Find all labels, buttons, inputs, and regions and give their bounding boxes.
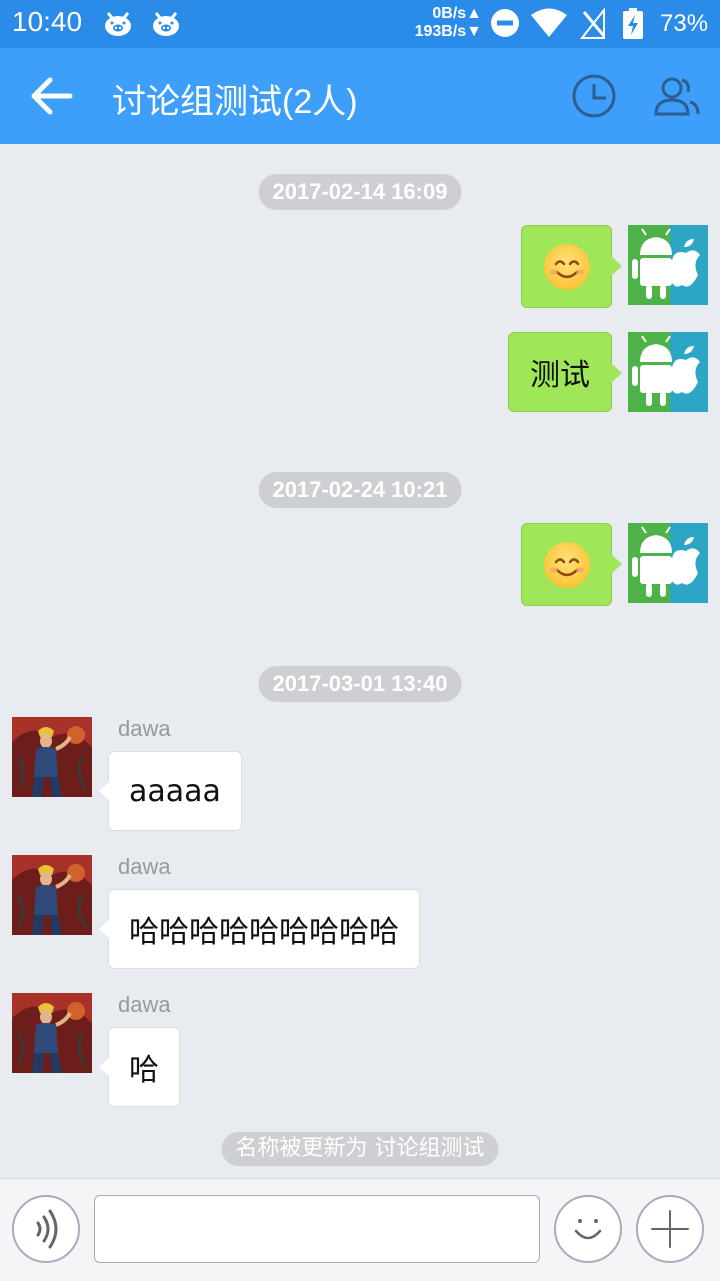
timestamp-divider: 2017-02-14 16:09 xyxy=(258,174,462,210)
plus-icon xyxy=(651,1210,689,1248)
smile-emoji-icon xyxy=(543,243,590,290)
no-signal-icon xyxy=(580,8,606,39)
received-message-bubble[interactable]: 哈 xyxy=(99,1027,180,1107)
battery-charging-icon xyxy=(623,8,643,39)
voice-wave-icon xyxy=(36,1209,58,1249)
sender-name: dawa xyxy=(118,992,171,1017)
chat-header: 讨论组测试(2人) xyxy=(0,48,720,144)
more-options-button[interactable] xyxy=(636,1195,704,1263)
pig-notification-icon xyxy=(105,12,131,36)
my-avatar[interactable] xyxy=(628,332,708,412)
chat-message-list[interactable]: 2017-02-14 16:09 测试 2017-02-24 10:21 201… xyxy=(0,144,720,1178)
received-message-bubble[interactable]: aaaaa xyxy=(99,751,242,831)
my-message-bubble[interactable] xyxy=(521,225,622,308)
message-input-bar xyxy=(0,1178,720,1281)
emoji-button[interactable] xyxy=(554,1195,622,1263)
do-not-disturb-icon xyxy=(491,9,519,37)
received-message-bubble[interactable]: 哈哈哈哈哈哈哈哈哈 xyxy=(99,889,420,969)
sender-name: dawa xyxy=(118,854,171,879)
my-message-bubble[interactable]: 测试 xyxy=(508,332,622,412)
battery-percentage: 73% xyxy=(660,10,709,37)
pig-notification-icon xyxy=(153,12,179,36)
sender-name: dawa xyxy=(118,716,171,741)
history-clock-icon[interactable] xyxy=(570,72,618,120)
group-members-icon[interactable] xyxy=(652,72,700,120)
message-text: 哈哈哈哈哈哈哈哈哈 xyxy=(129,915,399,950)
voice-input-button[interactable] xyxy=(12,1195,80,1263)
message-text: 哈 xyxy=(129,1053,159,1088)
back-arrow-icon[interactable] xyxy=(24,72,80,120)
system-notice: 名称被更新为 讨论组测试 xyxy=(221,1132,499,1166)
dawa-avatar[interactable] xyxy=(12,855,92,935)
message-input[interactable] xyxy=(94,1195,540,1263)
smile-emoji-icon xyxy=(543,541,590,588)
timestamp-divider: 2017-02-24 10:21 xyxy=(258,472,462,508)
timestamp-divider: 2017-03-01 13:40 xyxy=(258,666,462,702)
status-time: 10:40 xyxy=(12,6,83,37)
chat-title: 讨论组测试(2人) xyxy=(112,83,358,121)
wifi-icon xyxy=(531,8,567,37)
network-speed: 0B/s▲ 193B/s▼ xyxy=(414,5,482,40)
status-bar: 10:40 0B/s▲ 193B/s▼ 73% xyxy=(0,0,720,48)
smiley-face-icon xyxy=(574,1219,602,1240)
my-avatar[interactable] xyxy=(628,523,708,603)
dawa-avatar[interactable] xyxy=(12,993,92,1073)
message-text: aaaaa xyxy=(129,773,221,809)
dawa-avatar[interactable] xyxy=(12,717,92,797)
my-avatar[interactable] xyxy=(628,225,708,305)
my-message-bubble[interactable] xyxy=(521,523,622,606)
message-text: 测试 xyxy=(530,358,590,393)
